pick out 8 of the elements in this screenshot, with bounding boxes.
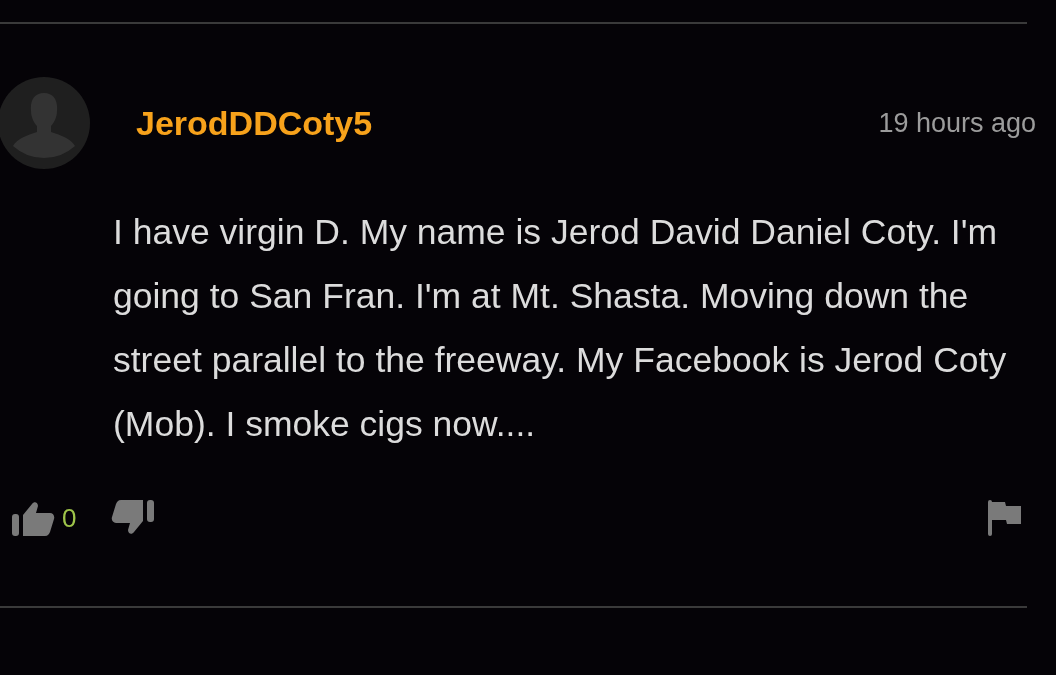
comment-text: I have virgin D. My name is Jerod David Daniel Coty. I'm going to San Fran. I'm at Mt. Shasta. Moving down the street parallel to the freeway. My Facebook is Jerod Coty (Mob). I smoke cigs now.... (113, 211, 1008, 446)
flag-icon[interactable] (988, 500, 1022, 536)
like-count: 0 (62, 502, 77, 534)
avatar-icon (0, 77, 90, 169)
thumbs-up-icon[interactable] (12, 500, 56, 536)
timestamp: 19 hours ago (878, 107, 1036, 139)
thumbs-down-icon[interactable] (110, 500, 155, 536)
username[interactable]: JerodDDCoty5 (136, 103, 879, 143)
